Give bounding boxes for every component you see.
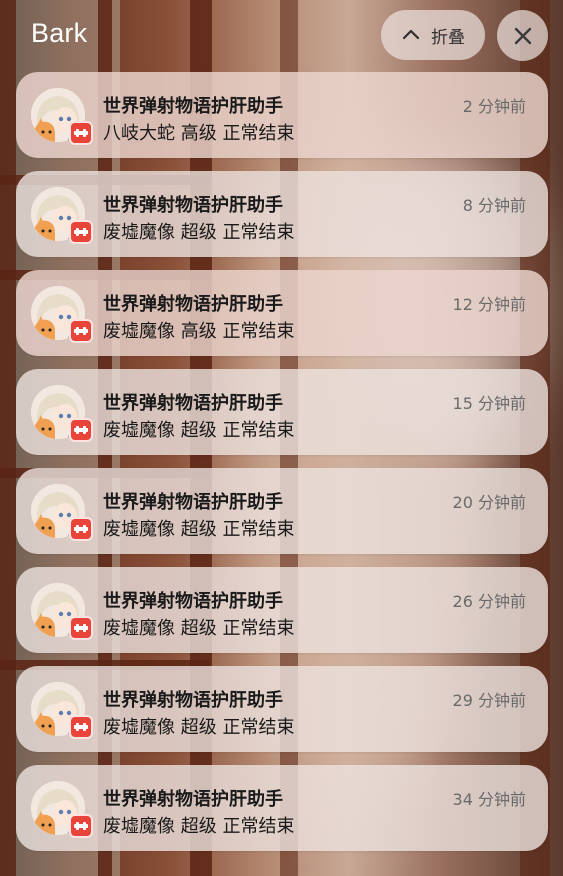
notification-body: 废墟魔像 高级 正常结束 — [103, 321, 295, 342]
bark-badge-icon — [69, 220, 93, 244]
notification-time: 26 分钟前 — [452, 592, 526, 611]
close-icon — [514, 27, 531, 44]
notification-title: 世界弹射物语护肝助手 — [103, 393, 283, 414]
notification-time: 2 分钟前 — [462, 97, 526, 116]
collapse-button[interactable]: 折叠 — [381, 10, 485, 60]
notification-body: 八岐大蛇 高级 正常结束 — [103, 123, 295, 144]
collapse-label: 折叠 — [431, 27, 465, 48]
notification-time: 8 分钟前 — [462, 196, 526, 215]
notification-body: 废墟魔像 超级 正常结束 — [103, 519, 295, 540]
chevron-up-icon — [402, 29, 420, 40]
notification-card[interactable]: 世界弹射物语护肝助手 废墟魔像 超级 正常结束 15 分钟前 — [16, 369, 548, 455]
notification-time: 15 分钟前 — [452, 394, 526, 413]
bark-badge-icon — [69, 814, 93, 838]
notification-card[interactable]: 世界弹射物语护肝助手 废墟魔像 超级 正常结束 29 分钟前 — [16, 666, 548, 752]
notification-list: 世界弹射物语护肝助手 八岐大蛇 高级 正常结束 2 分钟前 世界弹射物语护肝助手… — [16, 72, 548, 864]
bark-badge-icon — [69, 616, 93, 640]
notification-time: 29 分钟前 — [452, 691, 526, 710]
notification-card[interactable]: 世界弹射物语护肝助手 废墟魔像 超级 正常结束 26 分钟前 — [16, 567, 548, 653]
notification-title: 世界弹射物语护肝助手 — [103, 195, 283, 216]
bark-badge-icon — [69, 418, 93, 442]
notification-time: 34 分钟前 — [452, 790, 526, 809]
notification-card[interactable]: 世界弹射物语护肝助手 八岐大蛇 高级 正常结束 2 分钟前 — [16, 72, 548, 158]
notification-title: 世界弹射物语护肝助手 — [103, 690, 283, 711]
notification-body: 废墟魔像 超级 正常结束 — [103, 618, 295, 639]
bark-badge-icon — [69, 121, 93, 145]
notification-title: 世界弹射物语护肝助手 — [103, 591, 283, 612]
bark-badge-icon — [69, 517, 93, 541]
notification-title: 世界弹射物语护肝助手 — [103, 96, 283, 117]
notification-title: 世界弹射物语护肝助手 — [103, 492, 283, 513]
notification-title: 世界弹射物语护肝助手 — [103, 294, 283, 315]
notification-time: 12 分钟前 — [452, 295, 526, 314]
notification-title: 世界弹射物语护肝助手 — [103, 789, 283, 810]
notification-card[interactable]: 世界弹射物语护肝助手 废墟魔像 高级 正常结束 12 分钟前 — [16, 270, 548, 356]
notification-body: 废墟魔像 超级 正常结束 — [103, 222, 295, 243]
notification-time: 20 分钟前 — [452, 493, 526, 512]
notification-card[interactable]: 世界弹射物语护肝助手 废墟魔像 超级 正常结束 8 分钟前 — [16, 171, 548, 257]
bark-badge-icon — [69, 319, 93, 343]
notification-body: 废墟魔像 超级 正常结束 — [103, 420, 295, 441]
notification-card[interactable]: 世界弹射物语护肝助手 废墟魔像 超级 正常结束 20 分钟前 — [16, 468, 548, 554]
bark-badge-icon — [69, 715, 93, 739]
app-title: Bark — [31, 18, 88, 48]
notification-card[interactable]: 世界弹射物语护肝助手 废墟魔像 超级 正常结束 34 分钟前 — [16, 765, 548, 851]
notification-body: 废墟魔像 超级 正常结束 — [103, 816, 295, 837]
close-button[interactable] — [497, 10, 548, 61]
notification-body: 废墟魔像 超级 正常结束 — [103, 717, 295, 738]
header: Bark 折叠 — [0, 0, 563, 72]
